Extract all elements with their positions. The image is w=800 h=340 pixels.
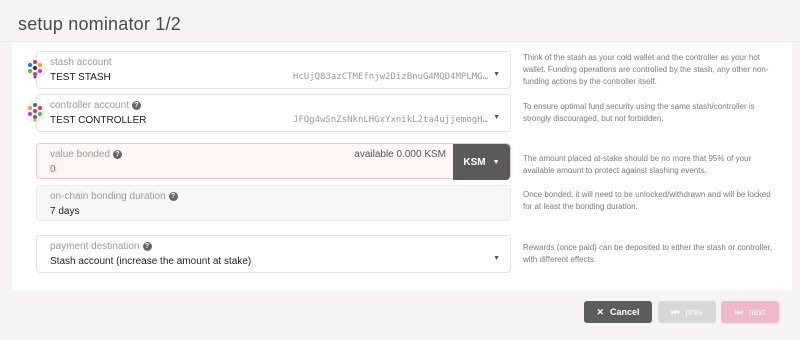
- bonding-duration-label: on-chain bonding duration?: [50, 191, 178, 202]
- controller-account-label: controller account?: [50, 100, 141, 111]
- value-bonded-label: value bonded?: [50, 149, 123, 160]
- bonding-duration-field: on-chain bonding duration? 7 days: [36, 185, 511, 221]
- payment-destination-label: payment destination?: [50, 241, 152, 252]
- value-bonded-value[interactable]: 0: [50, 164, 56, 175]
- available-balance: available 0.000 KSM: [354, 149, 446, 160]
- stash-info-text: Think of the stash as your cold wallet a…: [523, 53, 769, 86]
- chevron-down-icon: ▼: [493, 114, 500, 121]
- controller-account-row: controller account? TEST CONTROLLER JFQg…: [12, 94, 792, 132]
- help-icon[interactable]: ?: [168, 191, 178, 201]
- unit-select-button[interactable]: KSM ▼: [453, 144, 510, 180]
- controller-account-name: TEST CONTROLLER: [50, 115, 147, 126]
- value-bonded-input[interactable]: value bonded? available 0.000 KSM 0 KSM …: [36, 143, 511, 180]
- value-bonded-row: value bonded? available 0.000 KSM 0 KSM …: [12, 143, 792, 180]
- modal-header: setup nominator 1/2: [0, 0, 800, 42]
- chevron-down-icon: ▼: [493, 71, 500, 78]
- help-icon[interactable]: ?: [113, 149, 123, 159]
- stash-account-label: stash account: [50, 57, 112, 68]
- chevron-down-icon: ▼: [493, 255, 500, 262]
- modal-title: setup nominator 1/2: [18, 14, 181, 34]
- payment-destination-value: Stash account (increase the amount at st…: [50, 256, 252, 267]
- value-bonded-info-text: The amount placed at-stake should be no …: [523, 154, 752, 175]
- payment-destination-info-text: Rewards (once paid) can be deposited to …: [523, 243, 773, 264]
- cancel-button[interactable]: ✕ Cancel: [584, 301, 652, 323]
- chevron-down-icon: ▼: [492, 158, 500, 166]
- help-icon[interactable]: ?: [142, 241, 152, 251]
- modal-actions: ✕ Cancel ⏮ prev ⏭ next: [0, 291, 800, 340]
- stash-identicon: [24, 58, 46, 80]
- next-button[interactable]: ⏭ next: [721, 301, 779, 323]
- modal-content: stash account TEST STASH HcUjQ83azCTMEfn…: [12, 42, 792, 291]
- payment-destination-row: payment destination? Stash account (incr…: [12, 235, 792, 273]
- controller-account-dropdown[interactable]: controller account? TEST CONTROLLER JFQg…: [24, 94, 511, 132]
- stash-account-dropdown[interactable]: stash account TEST STASH HcUjQ83azCTMEfn…: [24, 51, 511, 89]
- stash-account-row: stash account TEST STASH HcUjQ83azCTMEfn…: [12, 51, 792, 89]
- step-forward-icon: ⏭: [734, 306, 743, 317]
- close-icon: ✕: [596, 306, 605, 317]
- step-backward-icon: ⏮: [671, 306, 680, 317]
- bonding-duration-info-text: Once bonded, it will need to be unlocked…: [523, 190, 771, 211]
- prev-button[interactable]: ⏮ prev: [658, 301, 716, 323]
- stash-account-address: HcUjQ83azCTMEfnjw2DizBnuG4MQD4MPLMG…: [292, 72, 488, 82]
- bonding-duration-value: 7 days: [50, 206, 80, 217]
- payment-destination-dropdown[interactable]: payment destination? Stash account (incr…: [36, 235, 511, 273]
- setup-nominator-modal: setup nominator 1/2 stash account TEST S…: [0, 0, 800, 340]
- controller-info-text: To ensure optimal fund security using th…: [523, 102, 755, 123]
- controller-account-address: JFQg4wSnZsNknLHGxYxnikL2ta4ujjemogH…: [292, 115, 488, 125]
- stash-account-name: TEST STASH: [50, 72, 111, 83]
- help-icon[interactable]: ?: [131, 100, 141, 110]
- unit-label: KSM: [463, 156, 486, 168]
- bonding-duration-row: on-chain bonding duration? 7 days Once b…: [12, 185, 792, 221]
- controller-identicon: [24, 101, 46, 123]
